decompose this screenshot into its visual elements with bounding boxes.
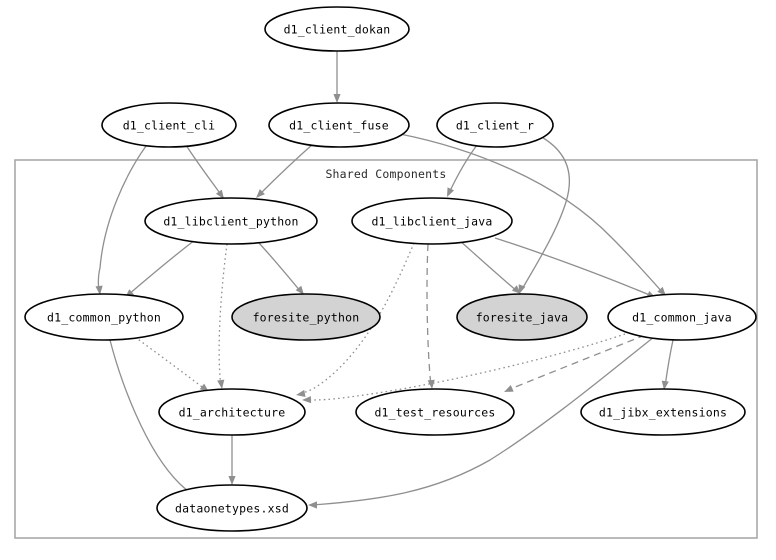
node-d1_client_dokan[interactable]: d1_client_dokan bbox=[264, 6, 410, 52]
node-foresite_python[interactable]: foresite_python bbox=[231, 293, 381, 341]
edge-line bbox=[520, 133, 571, 292]
edge-arrowhead bbox=[504, 385, 514, 392]
edge-line bbox=[458, 239, 519, 293]
edge-d1_libclient_python-to-d1_architecture bbox=[217, 243, 228, 389]
cluster-label: Shared Components bbox=[325, 167, 446, 181]
node-d1_common_java[interactable]: d1_common_java bbox=[607, 293, 757, 341]
node-d1_common_python[interactable]: d1_common_python bbox=[24, 293, 184, 341]
edge-line bbox=[258, 143, 314, 196]
node-d1_test_resources[interactable]: d1_test_resources bbox=[355, 388, 515, 436]
node-label: foresite_python bbox=[253, 311, 360, 325]
dependency-graph-diagram: Shared Components d1_client_dokan d1_clie… bbox=[0, 0, 776, 560]
edge-d1_client_r-to-foresite_java bbox=[518, 133, 571, 294]
edge-arrowhead bbox=[228, 476, 236, 485]
edge-line bbox=[494, 237, 653, 297]
edge-arrowhead bbox=[308, 501, 317, 509]
node-label: d1_libclient_java bbox=[371, 215, 492, 229]
edge-d1_client_fuse-to-d1_libclient_python bbox=[256, 143, 314, 198]
edge-line bbox=[426, 243, 432, 387]
edge-d1_libclient_python-to-foresite_python bbox=[257, 241, 304, 295]
edge-d1_libclient_java-to-foresite_java bbox=[458, 239, 521, 294]
node-d1_architecture[interactable]: d1_architecture bbox=[158, 388, 306, 436]
node-label: d1_test_resources bbox=[374, 406, 495, 420]
graph-canvas: Shared Components d1_client_dokand1_clie… bbox=[14, 6, 758, 539]
edge-line bbox=[134, 336, 207, 391]
node-d1_libclient_java[interactable]: d1_libclient_java bbox=[351, 197, 513, 245]
node-label: d1_client_dokan bbox=[284, 23, 391, 37]
edge-arrowhead bbox=[447, 187, 455, 197]
edge-d1_common_java-to-d1_jibx_extensions bbox=[661, 339, 674, 390]
node-foresite_java[interactable]: foresite_java bbox=[456, 293, 588, 341]
node-label: foresite_java bbox=[476, 311, 569, 325]
node-label: d1_client_cli bbox=[123, 119, 216, 133]
edge-d1_client_cli-to-d1_libclient_python bbox=[185, 144, 224, 199]
edge-arrowhead bbox=[217, 379, 225, 389]
node-label: d1_libclient_python bbox=[163, 215, 298, 229]
node-label: d1_client_r bbox=[456, 119, 534, 133]
edge-arrowhead bbox=[302, 396, 312, 404]
node-label: d1_jibx_extensions bbox=[599, 406, 727, 420]
edge-d1_libclient_python-to-d1_common_python bbox=[125, 239, 196, 298]
edge-line bbox=[507, 334, 646, 391]
edge-line bbox=[127, 239, 196, 296]
node-label: d1_common_java bbox=[632, 311, 732, 325]
edge-arrowhead bbox=[296, 389, 306, 397]
edge-line bbox=[97, 145, 147, 293]
edge-line bbox=[257, 241, 302, 293]
node-label: d1_client_fuse bbox=[289, 119, 389, 133]
node-d1_client_fuse[interactable]: d1_client_fuse bbox=[268, 102, 410, 148]
node-d1_client_r[interactable]: d1_client_r bbox=[436, 102, 554, 148]
edge-d1_client_r-to-d1_libclient_java bbox=[447, 144, 478, 197]
node-label: dataonetypes.xsd bbox=[175, 502, 289, 516]
edge-line bbox=[664, 339, 674, 388]
nodes-layer: d1_client_dokan d1_client_cli d1_client_fu… bbox=[24, 6, 757, 532]
node-d1_libclient_python[interactable]: d1_libclient_python bbox=[144, 197, 318, 245]
node-dataonetypes.xsd[interactable]: dataonetypes.xsd bbox=[156, 484, 308, 532]
edge-d1_libclient_java-to-d1_test_resources bbox=[426, 243, 435, 389]
edge-d1_architecture-to-dataonetypes.xsd bbox=[228, 434, 236, 485]
node-label: d1_architecture bbox=[179, 406, 286, 420]
edge-arrowhead bbox=[333, 94, 341, 103]
edge-d1_common_python-to-d1_architecture bbox=[134, 336, 209, 392]
edge-line bbox=[185, 144, 223, 197]
edge-line bbox=[218, 243, 228, 387]
edge-d1_client_dokan-to-d1_client_fuse bbox=[333, 50, 341, 103]
node-label: d1_common_python bbox=[47, 311, 161, 325]
node-d1_client_cli[interactable]: d1_client_cli bbox=[101, 102, 237, 148]
edge-line bbox=[448, 144, 478, 194]
edge-d1_common_java-to-d1_test_resources bbox=[504, 334, 646, 392]
node-d1_jibx_extensions[interactable]: d1_jibx_extensions bbox=[580, 388, 746, 436]
edge-d1_client_cli-to-d1_common_python bbox=[95, 145, 147, 295]
